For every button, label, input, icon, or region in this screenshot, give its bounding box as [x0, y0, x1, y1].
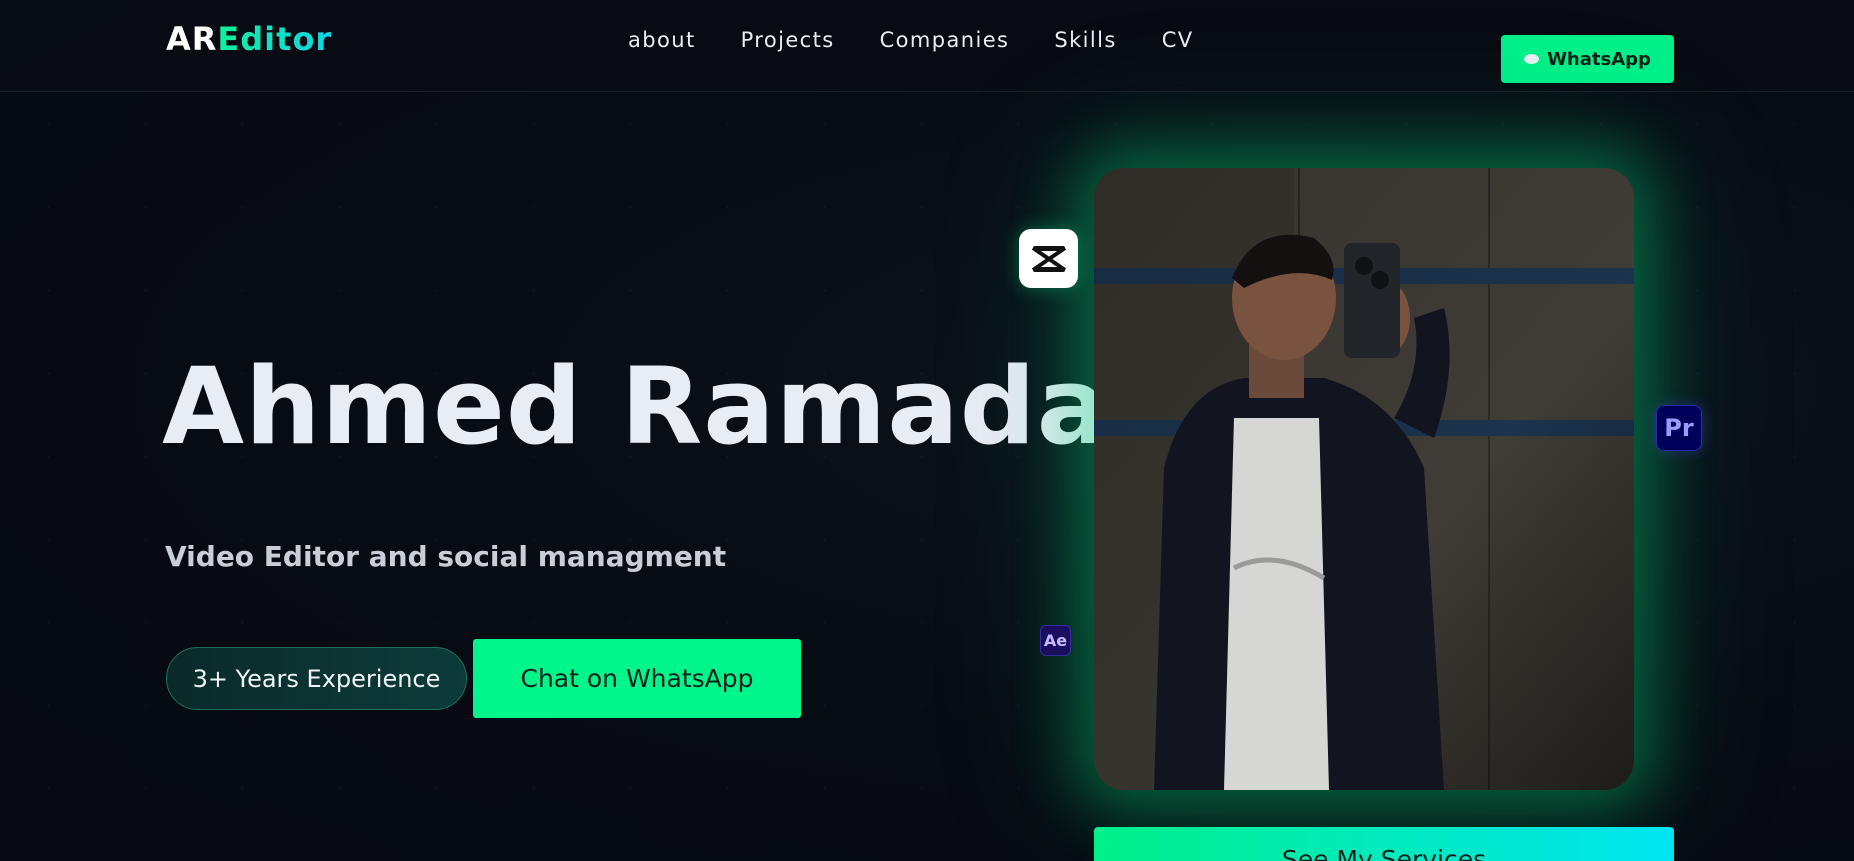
premiere-pro-badge: Pr: [1656, 405, 1702, 451]
capcut-icon: [1031, 245, 1066, 272]
whatsapp-header-label: WhatsApp: [1547, 48, 1651, 70]
chat-bubble-icon: [1524, 54, 1540, 64]
after-effects-badge: Ae: [1040, 625, 1071, 656]
navbar: AREditor about Projects Companies Skills…: [0, 0, 1854, 92]
nav-companies[interactable]: Companies: [880, 28, 1010, 52]
nav-about[interactable]: about: [628, 28, 696, 52]
experience-badge: 3+ Years Experience: [166, 647, 467, 710]
logo-editor: Editor: [217, 20, 333, 58]
profile-photo-illustration: [1094, 168, 1634, 790]
nav-skills[interactable]: Skills: [1054, 28, 1116, 52]
logo-ar: AR: [166, 20, 218, 58]
whatsapp-header-button[interactable]: WhatsApp: [1501, 35, 1674, 83]
nav-projects[interactable]: Projects: [741, 28, 835, 52]
hero-name: Ahmed Ramadan: [162, 345, 1186, 468]
nav-cv[interactable]: CV: [1162, 28, 1194, 52]
page: AREditor about Projects Companies Skills…: [0, 0, 1854, 861]
capcut-badge: [1019, 229, 1078, 288]
see-services-button[interactable]: See My Services: [1094, 827, 1674, 861]
chat-whatsapp-button[interactable]: Chat on WhatsApp: [473, 639, 801, 718]
main-nav: about Projects Companies Skills CV: [628, 28, 1194, 52]
hero-subtitle: Video Editor and social managment: [165, 540, 727, 573]
logo[interactable]: AREditor: [166, 20, 332, 58]
profile-photo: [1094, 168, 1634, 790]
